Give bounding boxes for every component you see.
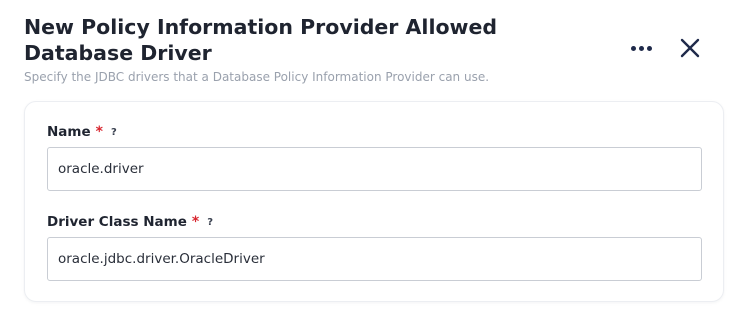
name-help-icon[interactable]: ? — [111, 127, 117, 138]
name-input[interactable] — [47, 147, 702, 191]
close-button[interactable] — [676, 34, 704, 62]
more-options-icon-dot — [638, 45, 644, 51]
dialog-title: New Policy Information Provider Allowed … — [24, 15, 498, 65]
required-marker: * — [95, 124, 103, 140]
close-icon — [680, 38, 700, 58]
name-field-label: Name * ? — [47, 124, 117, 140]
dialog-subtitle: Specify the JDBC drivers that a Database… — [24, 70, 490, 84]
more-options-icon-dot — [646, 45, 652, 51]
driver-class-name-help-icon[interactable]: ? — [207, 217, 213, 228]
form-card: Name * ? Driver Class Name * ? — [24, 101, 724, 302]
driver-class-name-label-text: Driver Class Name — [47, 214, 187, 230]
driver-class-name-field-label: Driver Class Name * ? — [47, 214, 213, 230]
required-marker: * — [191, 214, 200, 230]
name-label-text: Name — [47, 124, 91, 140]
driver-class-name-input[interactable] — [47, 237, 702, 281]
new-database-driver-dialog: New Policy Information Provider Allowed … — [0, 0, 750, 321]
more-options-icon — [630, 45, 636, 51]
more-options-button[interactable] — [624, 34, 658, 62]
